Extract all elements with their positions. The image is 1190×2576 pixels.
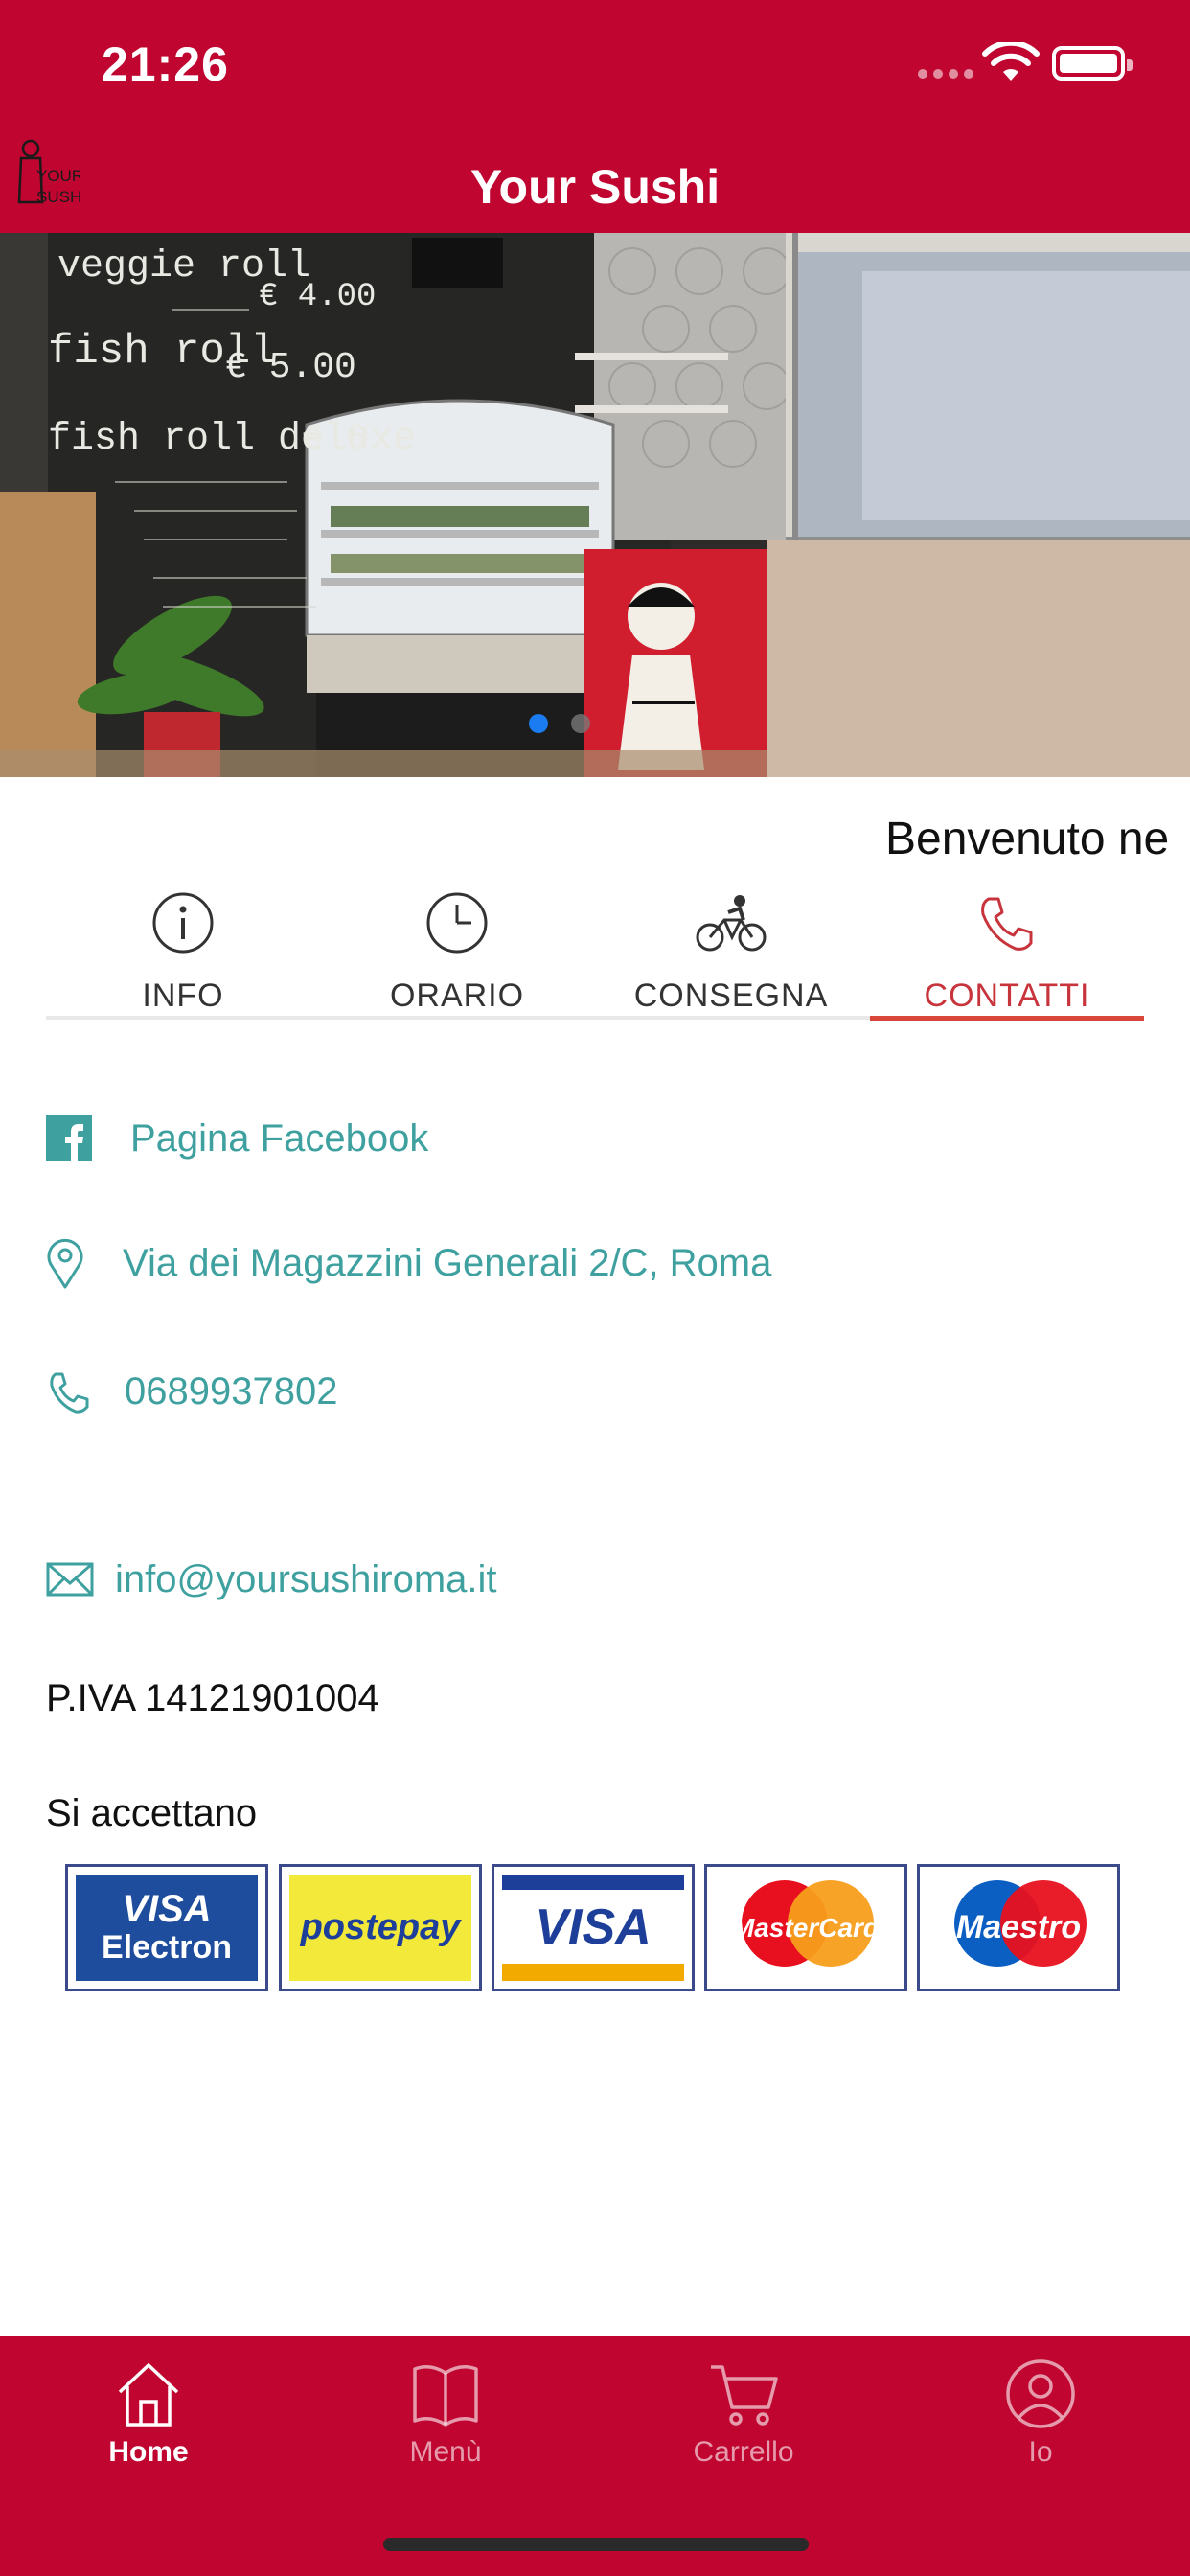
top-bar: 21:26 YOUR SUSHI Your Sushi (0, 0, 1190, 233)
facebook-icon (46, 1116, 92, 1162)
bottom-tab-cart[interactable]: Carrello (648, 2358, 839, 2469)
info-icon (152, 892, 214, 954)
chalk-price-2: € 5.00 (225, 347, 356, 388)
facebook-link[interactable]: Pagina Facebook (46, 1110, 428, 1167)
user-icon (1006, 2359, 1075, 2428)
hero-carousel[interactable]: veggie roll fish roll fish roll deluxe €… (0, 233, 1190, 777)
cart-icon (711, 2365, 778, 2426)
vat-number: P.IVA 14121901004 (46, 1677, 379, 1719)
bottom-tab-profile-label: Io (1028, 2436, 1053, 2468)
mail-icon (46, 1562, 94, 1597)
visa-card: VISA (492, 1864, 695, 1991)
mastercard-text: MasterCard (731, 1912, 881, 1943)
bottom-tab-menu-label: Menù (409, 2436, 482, 2468)
tab-orario-label: ORARIO (389, 978, 525, 1014)
hero-image: veggie roll fish roll fish roll deluxe €… (0, 233, 1190, 777)
location-pin-icon (47, 1238, 83, 1289)
clock-icon (426, 892, 488, 954)
tab-consegna[interactable]: CONSEGNA (594, 882, 868, 1024)
carousel-dots[interactable] (529, 714, 590, 733)
status-time: 21:26 (102, 37, 229, 91)
mastercard-card: MasterCard (704, 1864, 907, 1991)
postepay-text: postepay (300, 1907, 461, 1947)
address-label: Via dei Magazzini Generali 2/C, Roma (123, 1241, 772, 1284)
tab-contatti-label: CONTATTI (924, 978, 1090, 1014)
wifi-icon (982, 42, 1040, 80)
page-title: Your Sushi (469, 160, 721, 214)
book-icon (413, 2365, 478, 2426)
bottom-tab-menu[interactable]: Menù (350, 2358, 541, 2469)
visa-electron-line2: Electron (101, 1928, 233, 1966)
phone-link[interactable]: 0689937802 (46, 1363, 337, 1420)
bottom-tab-cart-label: Carrello (693, 2436, 794, 2468)
battery-icon (1052, 46, 1133, 80)
maestro-card: Maestro (917, 1864, 1120, 1991)
bottom-tab-home-label: Home (108, 2436, 189, 2468)
tab-orario[interactable]: ORARIO (320, 882, 594, 1024)
chalk-price-3: € 6 (302, 419, 367, 460)
phone-label: 0689937802 (125, 1369, 338, 1413)
bottom-tab-profile[interactable]: Io (945, 2358, 1136, 2469)
tabs-active-indicator (870, 1016, 1144, 1021)
facebook-label: Pagina Facebook (130, 1116, 429, 1160)
signal-icon (918, 69, 973, 82)
info-tabs: INFO ORARIO CONSEGNA CONTATTI (46, 882, 1144, 1024)
bottom-tab-home[interactable]: Home (53, 2358, 244, 2469)
chalk-price-1: € 4.00 (259, 279, 376, 315)
payment-cards: VISA Electron postepay VISA MasterCard M… (65, 1864, 1125, 1993)
carousel-dot-2[interactable] (571, 714, 590, 733)
tab-consegna-label: CONSEGNA (633, 978, 829, 1014)
email-label: info@yoursushiroma.it (115, 1557, 497, 1600)
visa-text: VISA (535, 1898, 652, 1955)
maestro-text: Maestro (955, 1909, 1082, 1945)
visa-electron-card: VISA Electron (65, 1864, 268, 1991)
visa-electron-line1: VISA (122, 1887, 212, 1930)
address-link[interactable]: Via dei Magazzini Generali 2/C, Roma (46, 1234, 771, 1292)
tab-info-label: INFO (142, 978, 224, 1014)
phone-icon (981, 897, 1033, 951)
welcome-marquee: Benvenuto ne (885, 814, 1170, 864)
email-link[interactable]: info@yoursushiroma.it (46, 1551, 497, 1608)
tab-contatti[interactable]: CONTATTI (870, 882, 1144, 1024)
tab-info[interactable]: INFO (46, 882, 320, 1024)
home-indicator (383, 2538, 809, 2551)
accepted-payments-label: Si accettano (46, 1792, 258, 1834)
phone-contact-icon (50, 1372, 89, 1414)
home-icon (118, 2363, 179, 2426)
bicycle-icon (696, 895, 767, 952)
postepay-card: postepay (279, 1864, 482, 1991)
carousel-dot-1[interactable] (529, 714, 548, 733)
